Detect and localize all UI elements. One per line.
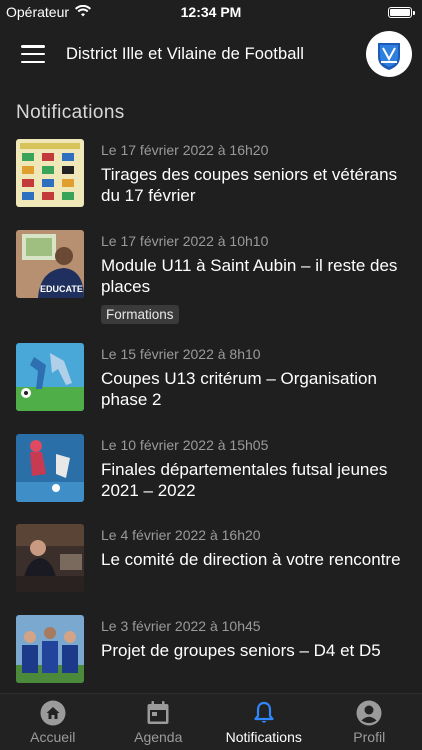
- app-header: District Ille et Vilaine de Football: [0, 24, 422, 84]
- tab-label: Accueil: [30, 729, 76, 745]
- category-tag[interactable]: Formations: [101, 305, 179, 324]
- tab-label: Notifications: [225, 729, 302, 745]
- notification-date: Le 3 février 2022 à 10h45: [101, 618, 261, 634]
- tab-label: Agenda: [134, 729, 183, 745]
- notification-title: Tirages des coupes seniors et vétérans d…: [101, 165, 398, 205]
- tab-label: Profil: [353, 729, 386, 745]
- tab-notifications[interactable]: Notifications: [211, 694, 317, 750]
- header-title: District Ille et Vilaine de Football: [66, 44, 305, 63]
- notification-date: Le 10 février 2022 à 15h05: [101, 437, 269, 453]
- status-left: Opérateur: [6, 4, 92, 20]
- home-icon: [40, 700, 66, 726]
- notification-title: Finales départementales futsal jeunes 20…: [101, 460, 388, 500]
- thumbnail-text: EDUCATE: [40, 284, 83, 294]
- notification-thumbnail: [16, 343, 84, 411]
- wifi-icon: [75, 4, 92, 20]
- district-logo[interactable]: [366, 31, 412, 77]
- notification-thumbnail: [16, 434, 84, 502]
- notification-date: Le 15 février 2022 à 8h10: [101, 346, 261, 362]
- notification-thumbnail: [16, 139, 84, 207]
- notification-title: Coupes U13 critérum – Organisation phase…: [101, 369, 377, 409]
- carrier-label: Opérateur: [6, 4, 70, 20]
- tab-accueil[interactable]: Accueil: [0, 694, 106, 750]
- notification-thumbnail: [16, 524, 84, 592]
- tab-bar: Accueil Agenda Notifications Profil: [0, 693, 422, 750]
- bell-icon: [254, 701, 274, 723]
- notification-thumbnail: [16, 615, 84, 683]
- menu-icon[interactable]: [21, 45, 45, 63]
- notification-thumbnail: EDUCATE: [16, 230, 84, 298]
- notification-date: Le 17 février 2022 à 16h20: [101, 142, 269, 158]
- battery-icon: [388, 6, 415, 18]
- notification-title: Projet de groupes seniors – D4 et D5: [101, 641, 381, 660]
- notification-title: Le comité de direction à votre rencontre: [101, 550, 401, 569]
- notification-title: Module U11 à Saint Aubin – il reste des …: [101, 256, 398, 296]
- calendar-icon: [147, 701, 169, 724]
- tab-profil[interactable]: Profil: [317, 694, 422, 750]
- notification-date: Le 17 février 2022 à 10h10: [101, 233, 269, 249]
- page-title: Notifications: [16, 102, 125, 123]
- status-bar: Opérateur: [0, 0, 422, 24]
- district-crest-icon: [370, 35, 408, 73]
- tab-agenda[interactable]: Agenda: [106, 694, 212, 750]
- notification-date: Le 4 février 2022 à 16h20: [101, 527, 261, 543]
- profile-icon: [356, 700, 382, 726]
